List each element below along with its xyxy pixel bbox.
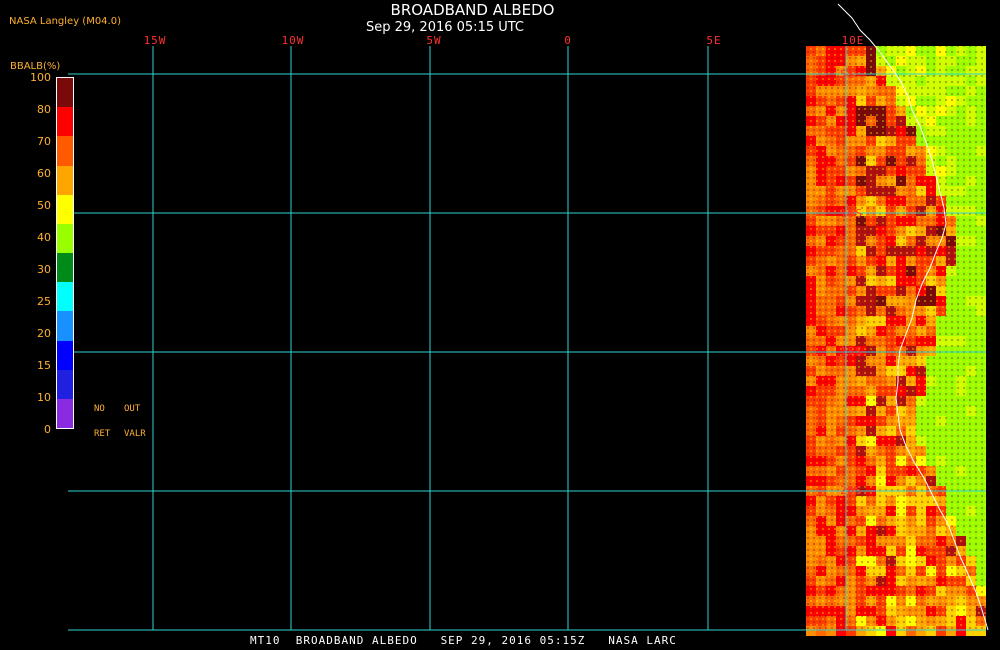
colorbar-tick: 30 [37, 263, 51, 276]
map-canvas [68, 3, 989, 636]
lat-label-5s: 5S [840, 68, 856, 81]
colorbar-note-valr: VALR [124, 429, 146, 439]
colorbar-tick: 100 [30, 71, 51, 84]
colorbar-segment [57, 369, 73, 400]
lat-label-10s: 10S [840, 207, 863, 220]
lon-label-0: 0 [564, 34, 572, 47]
colorbar-tick: 60 [37, 167, 51, 180]
colorbar-note-ret: RET [94, 429, 111, 439]
lat-label-15s: 15S [840, 345, 863, 358]
colorbar-segment [57, 253, 73, 283]
colorbar-tick: 0 [44, 423, 51, 436]
map-title: BROADBAND ALBEDO [390, 1, 555, 19]
colorbar-segment [57, 136, 73, 166]
colorbar-tick: 10 [37, 391, 51, 404]
footer-caption: MT10 BROADBAND ALBEDO SEP 29, 2016 05:15… [250, 634, 677, 647]
colorbar-tick: 20 [37, 327, 51, 340]
colorbar-segment [57, 194, 73, 225]
colorbar-tick: 50 [37, 199, 51, 212]
lat-label-20s: 20S [840, 484, 863, 497]
lon-label-5w: 5W [426, 34, 442, 47]
colorbar-note-out: OUT [124, 404, 141, 414]
lon-label-15w: 15W [143, 34, 167, 47]
colorbar-segment [57, 223, 73, 254]
colorbar-tick: 40 [37, 231, 51, 244]
lon-label-10w: 10W [281, 34, 305, 47]
colorbar-segment [57, 165, 73, 196]
colorbar-tick: 80 [37, 103, 51, 116]
albedo-data-swath [806, 46, 986, 636]
map-timestamp: Sep 29, 2016 05:15 UTC [365, 20, 525, 35]
colorbar-tick: 15 [37, 359, 51, 372]
colorbar-segment [57, 78, 73, 108]
colorbar-tick: 70 [37, 135, 51, 148]
colorbar-segment [57, 282, 73, 312]
lon-label-5e: 5E [706, 34, 722, 47]
colorbar-segment [57, 340, 73, 371]
colorbar-segment [57, 107, 73, 137]
lon-label-10e: 10E [841, 34, 865, 47]
colorbar-tick: 25 [37, 295, 51, 308]
colorbar-segment [57, 311, 73, 341]
colorbar-segment [57, 398, 73, 429]
colorbar [56, 77, 74, 429]
colorbar-note-no: NO [94, 404, 105, 414]
